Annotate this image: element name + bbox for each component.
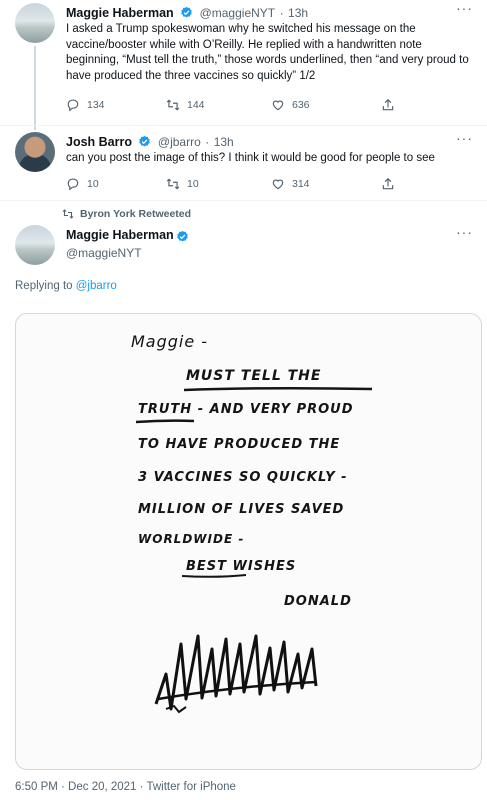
more-icon[interactable]: ··· (456, 224, 473, 240)
share-icon (382, 98, 394, 111)
tweet-maggie-1[interactable]: Maggie Haberman @maggieNYT · 13h ··· I a… (0, 0, 487, 130)
author-name[interactable]: Josh Barro (66, 135, 132, 149)
reply-icon (67, 178, 79, 191)
retweet-button[interactable]: 144 (166, 98, 271, 112)
signature-image (154, 634, 318, 714)
author-name[interactable]: Maggie Haberman (66, 6, 174, 20)
author-name[interactable]: Maggie Haberman (66, 228, 174, 242)
tweet-time[interactable]: 13h (214, 135, 234, 149)
like-icon (272, 100, 284, 111)
more-icon[interactable]: ··· (456, 130, 473, 146)
like-count: 314 (292, 178, 310, 190)
like-button[interactable]: 636 (271, 98, 381, 112)
thread-line (34, 46, 36, 130)
tweet-text: can you post the image of this? I think … (66, 152, 435, 164)
reply-icon (67, 99, 79, 112)
retweet-context[interactable]: Byron York Retweeted (62, 208, 191, 220)
reply-button[interactable]: 134 (66, 98, 166, 112)
avatar[interactable] (15, 225, 55, 265)
reply-button[interactable]: 10 (66, 177, 166, 191)
author-handle[interactable]: @maggieNYT (66, 246, 142, 260)
reply-count: 134 (87, 99, 105, 111)
tweet-time[interactable]: 13h (288, 6, 308, 20)
retweet-count: 144 (187, 99, 205, 111)
verified-icon (139, 135, 151, 147)
avatar[interactable] (15, 132, 55, 172)
tweet-josh[interactable]: Josh Barro @jbarro · 13h ··· can you pos… (0, 126, 487, 200)
verified-icon (181, 6, 192, 18)
share-icon (382, 177, 394, 190)
retweet-button[interactable]: 10 (166, 177, 271, 191)
retweet-count: 10 (187, 178, 199, 190)
tweet-timestamp[interactable]: 6:50 PM · Dec 20, 2021 · Twitter for iPh… (15, 781, 236, 793)
share-button[interactable] (381, 98, 395, 112)
like-icon (272, 179, 284, 190)
divider (0, 200, 487, 201)
retweet-icon (166, 178, 180, 190)
tweet-text: I asked a Trump spokeswoman why he switc… (66, 23, 469, 82)
tweet-actions: 134 144 636 (66, 98, 416, 112)
author-handle[interactable]: @jbarro (158, 135, 201, 149)
retweet-context-label: Byron York Retweeted (80, 208, 192, 220)
replying-label: Replying to (15, 280, 76, 292)
more-icon[interactable]: ··· (456, 0, 473, 16)
like-count: 636 (292, 99, 310, 111)
verified-icon (177, 230, 188, 242)
author-handle[interactable]: @maggieNYT (200, 6, 276, 20)
avatar[interactable] (15, 3, 55, 43)
separator: · (205, 135, 210, 149)
like-button[interactable]: 314 (271, 177, 381, 191)
tweet-image-handwritten-note[interactable]: Maggie - MUST TELL THE TRUTH - AND VERY … (15, 313, 482, 770)
replying-to: Replying to @jbarro (15, 280, 117, 292)
retweet-icon (62, 209, 74, 219)
share-button[interactable] (381, 177, 395, 191)
retweet-icon (166, 99, 180, 111)
separator: · (279, 6, 284, 20)
reply-count: 10 (87, 178, 99, 190)
tweet-actions: 10 10 314 (66, 177, 416, 191)
tweet-thread-page: Maggie Haberman @maggieNYT · 13h ··· I a… (0, 0, 487, 800)
replying-handle-link[interactable]: @jbarro (76, 280, 117, 292)
